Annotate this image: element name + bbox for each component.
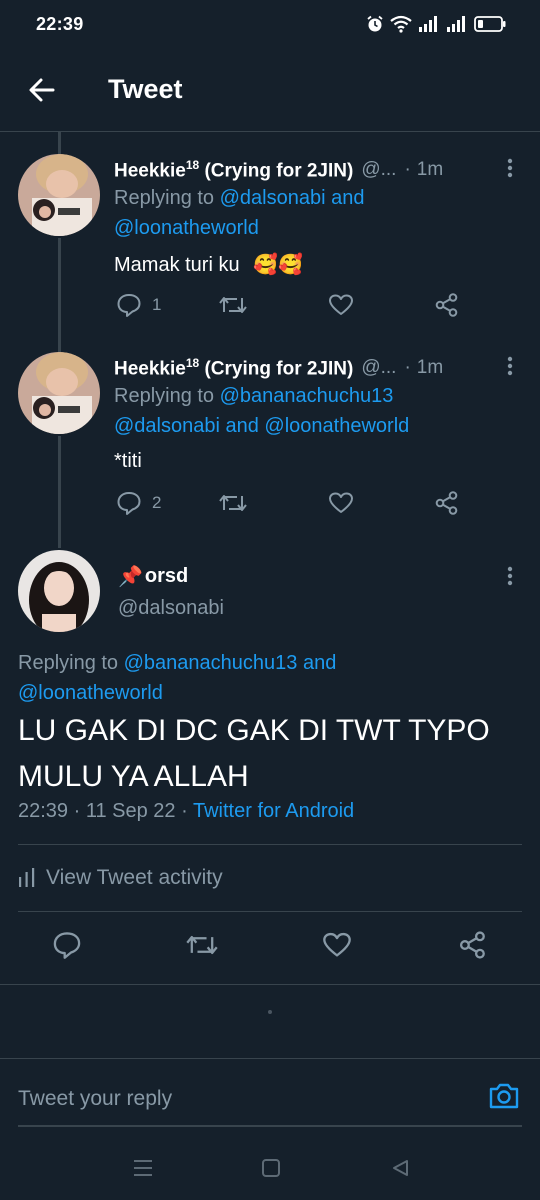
separator: · (404, 159, 411, 180)
mention-link[interactable]: @loonatheworld (114, 217, 259, 239)
replying-to: Replying to @bananachuchu13 (114, 385, 394, 407)
mention-link[interactable]: @bananachuchu13 (220, 385, 394, 407)
timestamp: 1m (416, 159, 444, 180)
reply-bar (0, 1058, 540, 1138)
retweet-button[interactable] (218, 490, 258, 516)
more-options-icon[interactable] (506, 356, 514, 376)
pin-emoji: 📌 (118, 566, 143, 588)
mention-link[interactable]: @dalsonabi (220, 187, 326, 209)
share-icon[interactable] (458, 930, 488, 960)
handle: @... (361, 159, 397, 180)
mention-link[interactable]: @dalsonabi (114, 415, 220, 437)
alarm-icon (367, 15, 383, 32)
tweet-actions: 2 (114, 490, 484, 518)
divider (0, 984, 540, 985)
signal-icon (447, 16, 465, 32)
analytics-icon (19, 868, 35, 887)
display-name[interactable]: 📌 orsd (118, 564, 188, 589)
display-name[interactable]: Heekkie18 (Crying for 2JIN) (114, 356, 353, 380)
replying-to: @dalsonabi and @loonatheworld (114, 415, 410, 437)
home-icon[interactable] (261, 1158, 281, 1178)
more-options-icon[interactable] (506, 566, 514, 586)
like-icon (329, 294, 353, 315)
retweet-button[interactable] (218, 292, 258, 318)
thread-line (58, 436, 61, 548)
tweet-meta: 22:39 · 11 Sep 22 · Twitter for Android (18, 800, 355, 822)
system-nav-bar (0, 1138, 540, 1200)
source-link[interactable]: Twitter for Android (193, 800, 354, 822)
display-name[interactable]: Heekkie18 (Crying for 2JIN) (114, 158, 353, 182)
avatar[interactable] (18, 352, 100, 434)
more-options-icon[interactable] (506, 158, 514, 178)
tweet-text: Mamak turi ku 🥰🥰 (114, 254, 303, 276)
like-button[interactable] (328, 490, 364, 516)
reply-button[interactable]: 2 (116, 490, 161, 516)
tweet-date: 11 Sep 22 (85, 800, 176, 822)
share-button[interactable] (434, 490, 460, 516)
like-icon[interactable] (322, 930, 352, 960)
reply-icon (117, 294, 141, 317)
replying-to: Replying to @dalsonabi and (114, 187, 365, 209)
retweet-icon[interactable] (185, 930, 219, 960)
divider (18, 844, 522, 845)
status-icons (366, 15, 506, 33)
reply-count: 2 (152, 493, 162, 512)
camera-icon[interactable] (488, 1081, 520, 1111)
thread-line (58, 132, 61, 156)
timestamp: 1m (416, 357, 444, 378)
like-icon (329, 492, 353, 513)
reply-button[interactable]: 1 (116, 292, 161, 318)
mention-link[interactable]: @bananachuchu13 (124, 652, 298, 674)
share-button[interactable] (434, 292, 460, 318)
view-tweet-activity[interactable]: View Tweet activity (18, 862, 223, 894)
app-header: Tweet (0, 48, 540, 132)
reply-icon[interactable] (52, 930, 82, 960)
author-row: Heekkie18 (Crying for 2JIN) @... · 1m (114, 156, 514, 184)
author-row: Heekkie18 (Crying for 2JIN) @... · 1m (114, 354, 514, 382)
tweet-text: LU GAK DI DC GAK DI TWT TYPO MULU YA ALL… (18, 714, 490, 793)
mention-link[interactable]: @loonatheworld (18, 682, 163, 704)
reply-count: 1 (152, 295, 162, 314)
tweet-time: 22:39 (18, 800, 69, 822)
tweet-actions: 1 (114, 292, 484, 320)
back-nav-icon[interactable] (390, 1158, 410, 1178)
main-tweet-actions (0, 930, 540, 966)
tweet-text: *titi (114, 450, 142, 472)
reply-icon (117, 492, 141, 515)
divider (18, 911, 522, 912)
like-button[interactable] (328, 292, 364, 318)
handle[interactable]: @dalsonabi (118, 597, 224, 620)
signal-icon (419, 16, 437, 32)
recents-icon[interactable] (132, 1158, 154, 1178)
page-title: Tweet (108, 74, 183, 104)
back-arrow-icon[interactable] (26, 74, 58, 106)
status-bar: 22:39 (0, 0, 540, 48)
share-icon (435, 293, 458, 317)
retweet-icon (219, 297, 247, 313)
mention-link[interactable]: @loonatheworld (264, 415, 409, 437)
retweet-icon (219, 495, 247, 511)
avatar[interactable] (18, 154, 100, 236)
emoji: 🥰🥰 (253, 254, 303, 276)
loading-indicator (268, 1010, 272, 1014)
share-icon (435, 491, 458, 515)
thread-line (58, 238, 61, 352)
reply-input[interactable] (18, 1079, 458, 1119)
avatar[interactable] (18, 550, 100, 632)
replying-to: Replying to @bananachuchu13 and @loonath… (18, 652, 337, 704)
status-time: 22:39 (36, 13, 84, 34)
wifi-icon (390, 15, 412, 33)
reply-underline (18, 1125, 522, 1127)
battery-icon (474, 16, 506, 32)
replying-to: @loonatheworld (114, 214, 259, 243)
activity-label: View Tweet activity (46, 866, 223, 889)
separator: · (404, 357, 411, 378)
handle: @... (361, 357, 397, 378)
